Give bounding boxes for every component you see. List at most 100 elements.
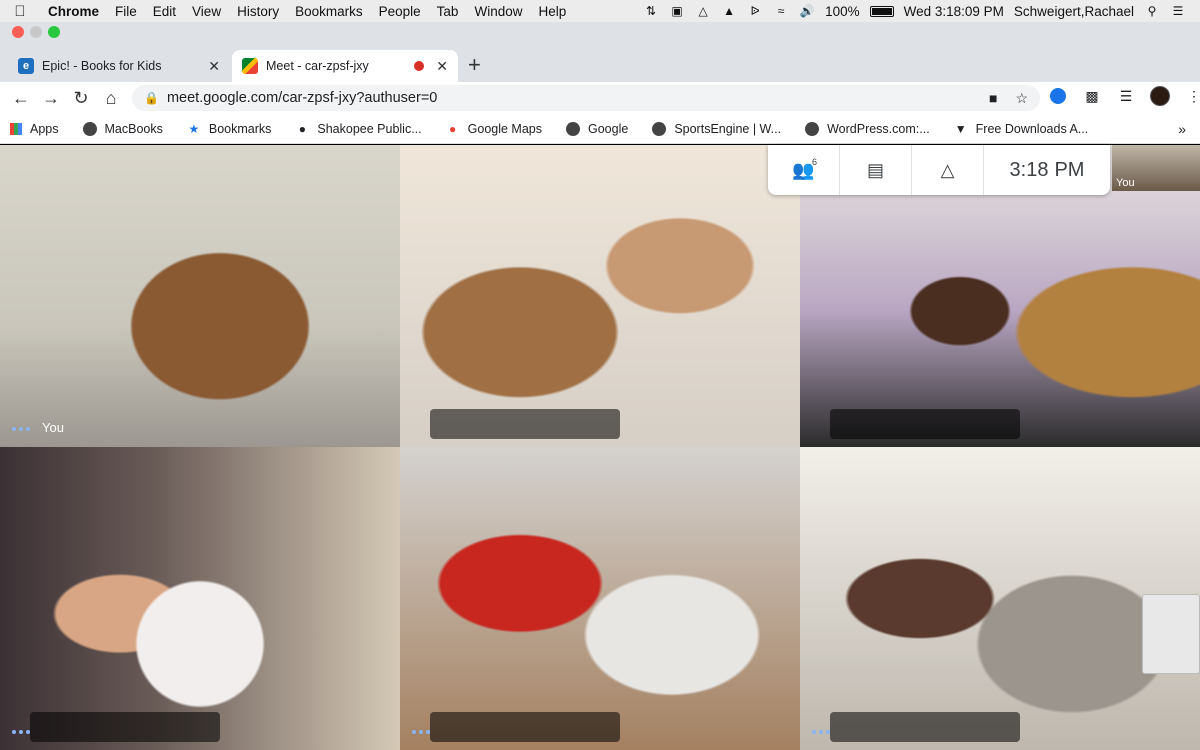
participant-nameplate bbox=[830, 712, 1020, 742]
bookmark-label: SportsEngine | W... bbox=[674, 121, 782, 136]
participant-nameplate bbox=[430, 409, 620, 439]
user-name[interactable]: Schweigert,Rachael bbox=[1014, 4, 1134, 19]
tab-meet[interactable]: Meet - car-zpsf-jxy ✕ bbox=[232, 50, 458, 82]
menu-app-name[interactable]: Chrome bbox=[40, 4, 107, 19]
participant-count: 6 bbox=[811, 157, 817, 167]
wifi-icon[interactable]: ≈ bbox=[773, 4, 789, 18]
battery-percent: 100% bbox=[825, 3, 860, 19]
chat-button[interactable]: ▤ bbox=[840, 145, 912, 195]
more-options-icon[interactable] bbox=[412, 730, 430, 734]
close-icon[interactable]: ✕ bbox=[208, 58, 220, 75]
bookmark-bookmarks[interactable]: ★ Bookmarks bbox=[187, 121, 271, 136]
home-icon[interactable]: ⌂ bbox=[96, 88, 126, 109]
video-tile[interactable] bbox=[0, 447, 400, 750]
notification-center-icon[interactable]: ☰ bbox=[1170, 4, 1186, 18]
tab-epic[interactable]: e Epic! - Books for Kids ✕ bbox=[8, 50, 230, 82]
extension-globe-icon[interactable] bbox=[1048, 86, 1068, 106]
media-playlist-icon[interactable]: ☰ bbox=[1116, 86, 1136, 106]
self-view-thumbnail[interactable]: You bbox=[1112, 145, 1200, 191]
menu-edit[interactable]: Edit bbox=[145, 4, 184, 19]
lock-icon[interactable]: 🔒 bbox=[144, 91, 159, 105]
tab-strip: e Epic! - Books for Kids ✕ Meet - car-zp… bbox=[0, 22, 1200, 82]
picture-in-picture-preview[interactable] bbox=[1142, 594, 1200, 674]
window-controls bbox=[12, 26, 60, 38]
chat-icon: ▤ bbox=[866, 159, 884, 180]
globe-icon bbox=[82, 121, 97, 136]
tab-title: Meet - car-zpsf-jxy bbox=[266, 59, 369, 73]
menu-view[interactable]: View bbox=[184, 4, 229, 19]
recording-indicator-icon bbox=[414, 61, 425, 71]
sync-icon[interactable]: ⇅ bbox=[643, 4, 659, 18]
bookmark-wordpress[interactable]: WordPress.com:... bbox=[805, 121, 930, 136]
url-text[interactable]: meet.google.com/car-zpsf-jxy?authuser=0 bbox=[167, 90, 437, 106]
back-arrow-icon[interactable]: ← bbox=[6, 88, 36, 109]
activities-button[interactable]: △ bbox=[912, 145, 984, 195]
shapes-icon: △ bbox=[940, 159, 955, 180]
forward-arrow-icon[interactable]: → bbox=[36, 88, 66, 109]
meet-video-grid: You bbox=[0, 145, 1200, 750]
menu-history[interactable]: History bbox=[229, 4, 287, 19]
clock-ampm: PM bbox=[1054, 158, 1085, 181]
globe-icon bbox=[652, 121, 667, 136]
video-tile[interactable] bbox=[800, 447, 1200, 750]
menu-window[interactable]: Window bbox=[466, 4, 530, 19]
menu-file[interactable]: File bbox=[107, 4, 145, 19]
more-options-icon[interactable] bbox=[812, 730, 830, 734]
bookmark-star-icon[interactable]: ☆ bbox=[1015, 90, 1028, 107]
more-options-icon[interactable] bbox=[12, 730, 30, 734]
epic-icon: e bbox=[18, 58, 34, 74]
window-zoom-button[interactable] bbox=[48, 26, 60, 38]
bookmark-apps[interactable]: Apps bbox=[10, 122, 59, 136]
menu-bookmarks[interactable]: Bookmarks bbox=[287, 4, 371, 19]
bookmark-free-downloads[interactable]: ▼ Free Downloads A... bbox=[954, 122, 1089, 136]
drive-icon[interactable]: △ bbox=[695, 4, 711, 18]
extensions-puzzle-icon[interactable]: ▩ bbox=[1082, 86, 1102, 106]
participant-nameplate bbox=[830, 409, 1020, 439]
window-minimize-button[interactable] bbox=[30, 26, 42, 38]
participants-button[interactable]: 👥 6 bbox=[768, 145, 840, 195]
bookmark-macbooks[interactable]: MacBooks bbox=[82, 121, 163, 136]
macos-menu-bar:  Chrome File Edit View History Bookmark… bbox=[0, 0, 1200, 22]
tab-title: Epic! - Books for Kids bbox=[42, 59, 162, 73]
participant-nameplate bbox=[430, 712, 620, 742]
clock-time: 3:18 bbox=[1009, 158, 1049, 181]
creative-cloud-icon[interactable]: ▲ bbox=[721, 4, 737, 18]
bookmarks-overflow-icon[interactable]: » bbox=[1178, 121, 1186, 137]
more-options-icon[interactable] bbox=[12, 427, 30, 431]
apple-icon[interactable]:  bbox=[0, 3, 40, 20]
bookmark-sportsengine[interactable]: SportsEngine | W... bbox=[652, 121, 782, 136]
video-tile[interactable] bbox=[400, 145, 800, 447]
spotlight-search-icon[interactable]: ⚲ bbox=[1144, 4, 1160, 18]
address-bar[interactable]: 🔒 meet.google.com/car-zpsf-jxy?authuser=… bbox=[132, 85, 1040, 111]
window-close-button[interactable] bbox=[12, 26, 24, 38]
profile-avatar[interactable] bbox=[1150, 86, 1170, 106]
reload-icon[interactable]: ↻ bbox=[66, 88, 96, 109]
more-menu-icon[interactable]: ⋮ bbox=[1184, 86, 1200, 106]
participant-name: You bbox=[42, 420, 64, 435]
bookmark-label: WordPress.com:... bbox=[827, 121, 930, 136]
menu-people[interactable]: People bbox=[371, 4, 429, 19]
volume-icon[interactable]: 🔊 bbox=[799, 4, 815, 18]
bookmark-google[interactable]: Google bbox=[566, 121, 628, 136]
menu-tab[interactable]: Tab bbox=[429, 4, 467, 19]
video-tile-self[interactable]: You bbox=[0, 145, 400, 447]
bookmark-shakopee[interactable]: ● Shakopee Public... bbox=[295, 121, 422, 136]
meet-top-controls: 👥 6 ▤ △ 3:18 PM bbox=[768, 145, 1110, 195]
globe-icon bbox=[566, 121, 580, 136]
school-icon: ● bbox=[298, 121, 307, 136]
bookmark-label: Google Maps bbox=[467, 121, 542, 136]
camera-icon[interactable]: ■ bbox=[989, 90, 997, 107]
menu-help[interactable]: Help bbox=[530, 4, 574, 19]
video-tile[interactable] bbox=[400, 447, 800, 750]
globe-icon bbox=[805, 121, 820, 136]
self-view-label: You bbox=[1116, 177, 1135, 189]
battery-icon[interactable] bbox=[869, 5, 894, 17]
bluetooth-icon[interactable]: ᐉ bbox=[747, 4, 763, 18]
clock[interactable]: Wed 3:18:09 PM bbox=[904, 4, 1004, 19]
app-status-icon[interactable]: ▣ bbox=[669, 4, 685, 18]
new-tab-button[interactable]: + bbox=[468, 52, 481, 78]
bookmark-google-maps[interactable]: ● Google Maps bbox=[446, 122, 542, 136]
star-icon: ★ bbox=[188, 121, 200, 136]
close-icon[interactable]: ✕ bbox=[436, 58, 448, 75]
bookmarks-bar: Apps MacBooks ★ Bookmarks ● Shakopee Publi… bbox=[0, 114, 1200, 144]
